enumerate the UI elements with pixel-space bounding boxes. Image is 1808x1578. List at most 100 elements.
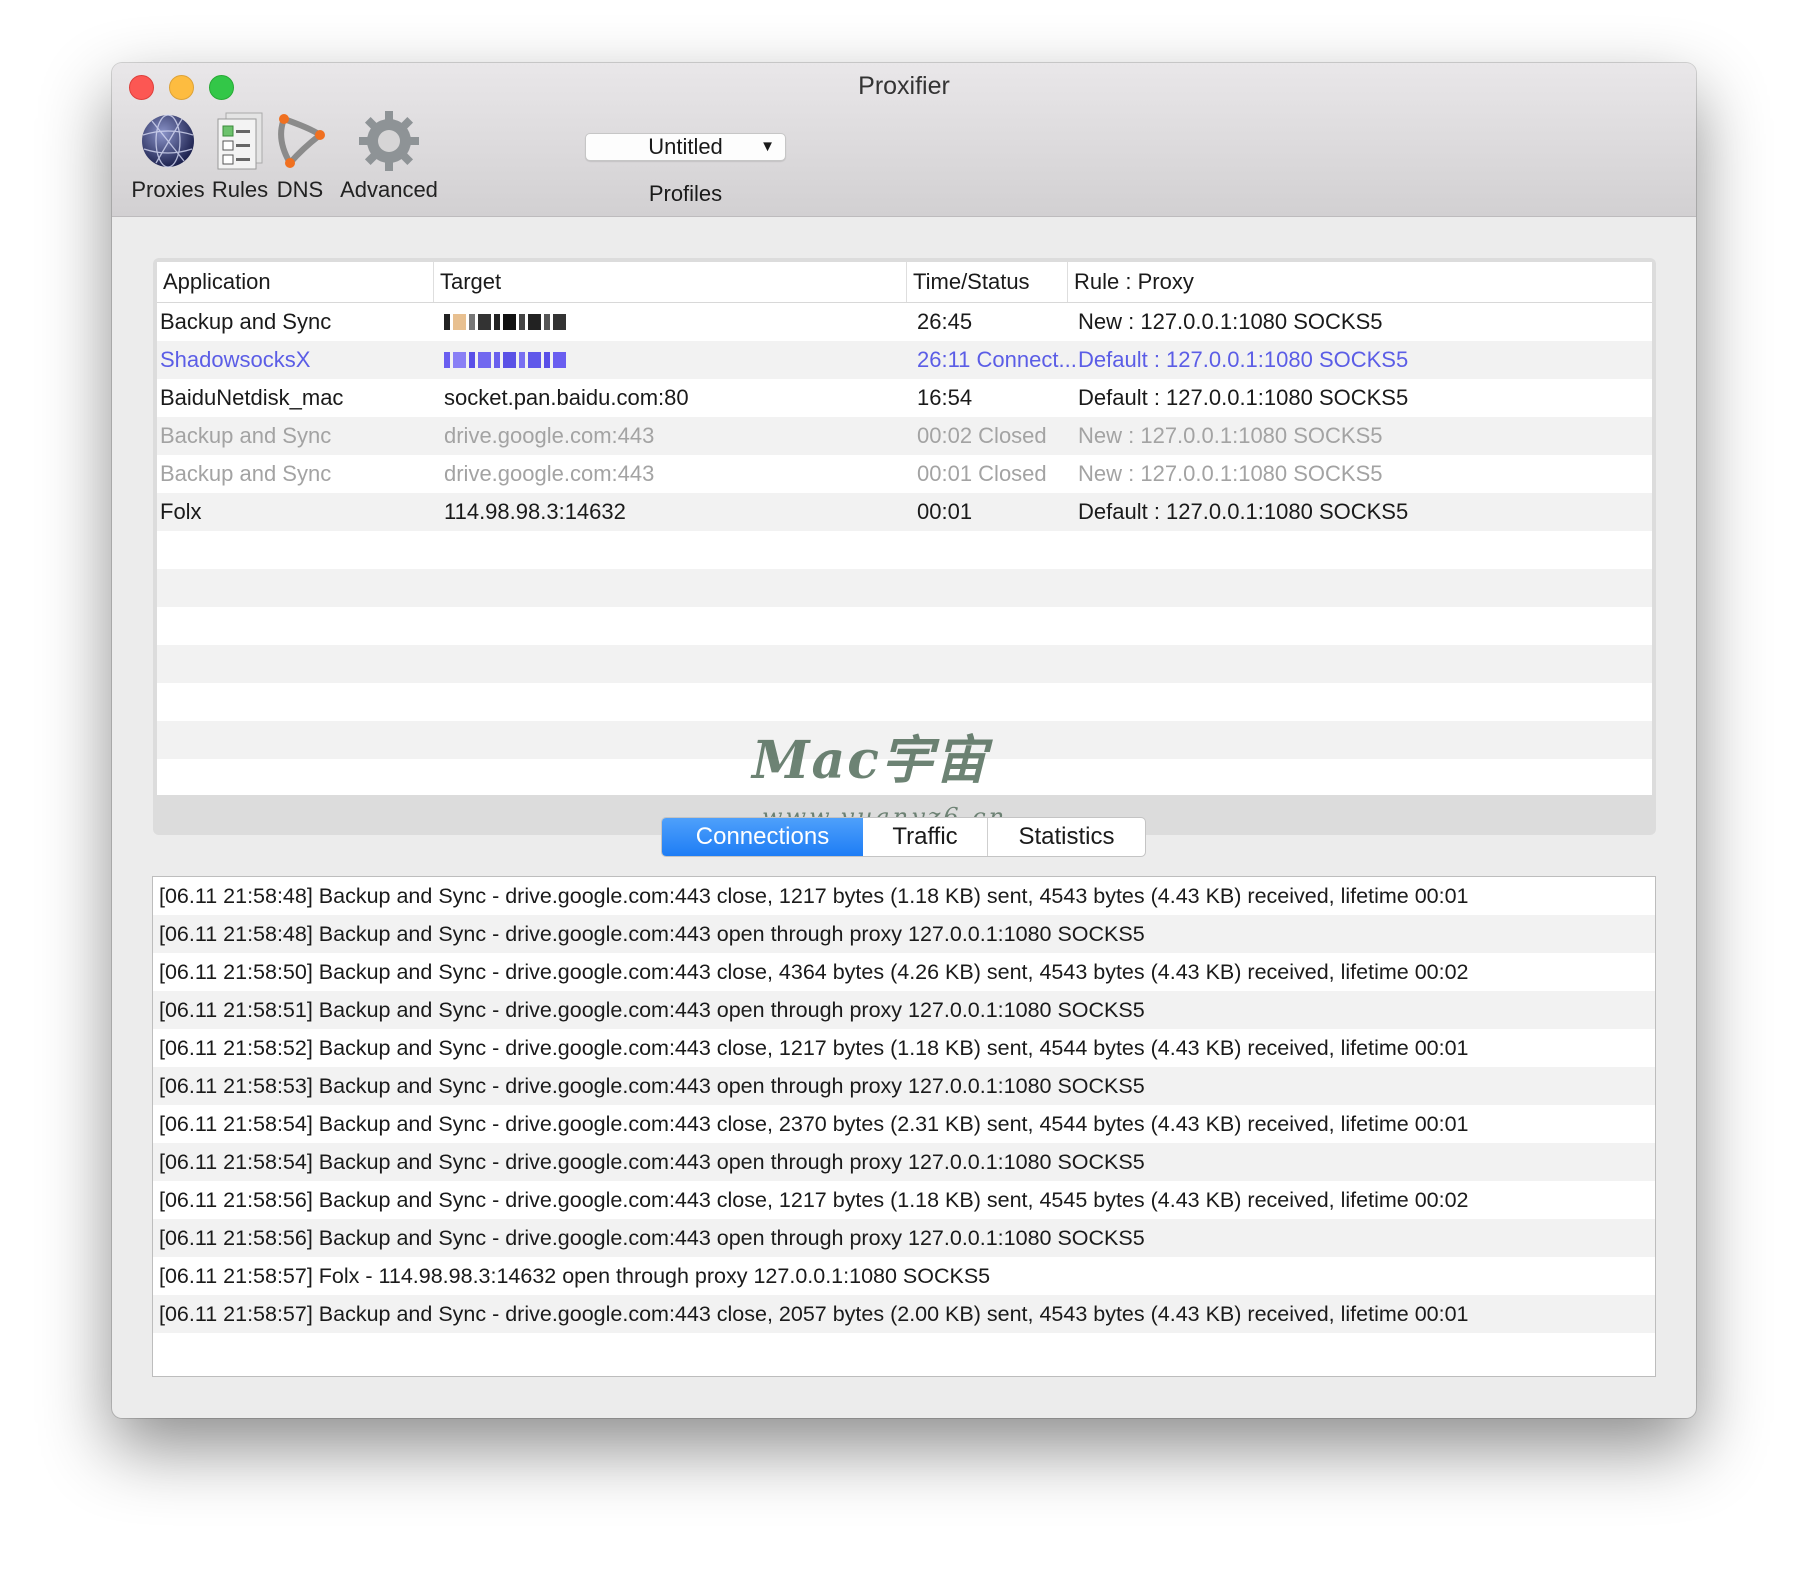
table-body: Backup and Sync 26:45 New : 127.0.0.1:1080… — [157, 303, 1652, 795]
redaction-block — [469, 352, 475, 368]
log-entry: [06.11 21:58:51] Backup and Sync - drive… — [153, 991, 1655, 1029]
redaction-block — [544, 352, 550, 368]
connections-table: Application Target Time/Status Rule : Pr… — [157, 262, 1652, 795]
cell-rule-proxy: New : 127.0.0.1:1080 SOCKS5 — [1078, 309, 1383, 334]
tab-statistics[interactable]: Statistics — [987, 818, 1145, 856]
toolbar-proxies-label: Proxies — [131, 177, 205, 202]
column-header-rule-proxy[interactable]: Rule : Proxy — [1067, 262, 1194, 302]
redaction-block — [528, 352, 541, 368]
table-row[interactable]: Backup and Sync drive.google.com:443 00:02… — [157, 417, 1652, 455]
table-row[interactable]: Backup and Sync drive.google.com:443 00:01… — [157, 455, 1652, 493]
redaction-block — [519, 352, 525, 368]
cell-application: Folx — [160, 499, 202, 524]
redacted-target — [444, 314, 566, 330]
log-entry: [06.11 21:58:54] Backup and Sync - drive… — [159, 1112, 1469, 1136]
table-row — [157, 569, 1652, 607]
column-header-application[interactable]: Application — [157, 262, 271, 302]
table-row — [157, 645, 1652, 683]
globe-icon — [138, 109, 198, 171]
redaction-block — [494, 352, 500, 368]
table-row — [157, 683, 1652, 721]
cell-application: Backup and Sync — [160, 461, 332, 486]
table-header: Application Target Time/Status Rule : Pr… — [157, 262, 1652, 303]
toolbar-dns-button[interactable]: DNS — [272, 109, 328, 203]
log-entry: [06.11 21:58:50] Backup and Sync - drive… — [159, 960, 1469, 984]
toolbar-rules-button[interactable]: Rules — [208, 109, 272, 203]
cell-application: Backup and Sync — [160, 423, 332, 448]
log-entry: [06.11 21:58:48] Backup and Sync - drive… — [153, 915, 1655, 953]
cell-rule-proxy: Default : 127.0.0.1:1080 SOCKS5 — [1078, 385, 1409, 410]
toolbar-proxies-button[interactable]: Proxies — [128, 109, 208, 203]
dropdown-arrow-icon: ▼ — [760, 138, 775, 155]
log-entry: [06.11 21:58:48] Backup and Sync - drive… — [159, 884, 1469, 908]
redaction-block — [453, 352, 466, 368]
redaction-block — [469, 314, 475, 330]
cell-target: 114.98.98.3:14632 — [444, 499, 626, 524]
log-entry: [06.11 21:58:54] Backup and Sync - drive… — [153, 1143, 1655, 1181]
cell-rule-proxy: Default : 127.0.0.1:1080 SOCKS5 — [1078, 347, 1409, 372]
redacted-target — [444, 352, 566, 368]
redaction-block — [553, 314, 566, 330]
toolbar-advanced-button[interactable]: Advanced — [334, 109, 444, 203]
cell-target: drive.google.com:443 — [444, 461, 655, 486]
redaction-block — [503, 314, 516, 330]
cell-time-status: 26:45 — [917, 309, 973, 334]
redaction-block — [528, 314, 541, 330]
table-row[interactable]: BaiduNetdisk_mac socket.pan.baidu.com:80 1… — [157, 379, 1652, 417]
cell-target: socket.pan.baidu.com:80 — [444, 385, 689, 410]
cell-time-status: 00:01 — [917, 499, 973, 524]
checklist-icon — [210, 109, 270, 171]
redaction-block — [544, 314, 550, 330]
redaction-block — [478, 352, 491, 368]
gear-icon — [359, 109, 419, 171]
log-entry: [06.11 21:58:56] Backup and Sync - drive… — [153, 1219, 1655, 1257]
log-entry: [06.11 21:58:57] Folx - 114.98.98.3:1463… — [159, 1264, 991, 1288]
cell-application: Backup and Sync — [160, 309, 332, 334]
redaction-block — [444, 352, 450, 368]
cell-time-status: 16:54 — [917, 385, 973, 410]
cell-time-status: 00:01 Closed — [917, 461, 1047, 486]
redaction-block — [444, 314, 450, 330]
connection-log[interactable]: [06.11 21:58:48] Backup and Sync - drive… — [152, 876, 1656, 1377]
cell-rule-proxy: New : 127.0.0.1:1080 SOCKS5 — [1078, 423, 1383, 448]
redaction-block — [553, 352, 566, 368]
redaction-block — [494, 314, 500, 330]
toolbar-advanced-label: Advanced — [340, 177, 438, 202]
cell-rule-proxy: Default : 127.0.0.1:1080 SOCKS5 — [1078, 499, 1409, 524]
cell-rule-proxy: New : 127.0.0.1:1080 SOCKS5 — [1078, 461, 1383, 486]
connections-table-container: Application Target Time/Status Rule : Pr… — [153, 258, 1656, 835]
cell-target: drive.google.com:443 — [444, 423, 655, 448]
log-entry: [06.11 21:58:53] Backup and Sync - drive… — [153, 1067, 1655, 1105]
cell-application: ShadowsocksX — [160, 347, 311, 372]
redaction-block — [519, 314, 525, 330]
dns-network-icon — [272, 109, 332, 171]
log-entry: [06.11 21:58:52] Backup and Sync - drive… — [159, 1036, 1469, 1060]
profile-select[interactable]: Untitled ▼ — [585, 133, 786, 161]
column-header-target[interactable]: Target — [433, 262, 501, 302]
toolbar: Proxifier Proxies Rules DNS Advanced Unt… — [112, 63, 1696, 217]
view-tabs: Connections Traffic Statistics — [661, 817, 1146, 857]
table-row[interactable]: Folx 114.98.98.3:14632 00:01 Default : 127.… — [157, 493, 1652, 531]
cell-time-status: 26:11 Connect... — [917, 347, 1077, 372]
log-entry: [06.11 21:58:57] Backup and Sync - drive… — [153, 1295, 1655, 1333]
table-row[interactable]: ShadowsocksX 26:11 Connect... Default : 12… — [157, 341, 1652, 379]
profile-select-value: Untitled — [648, 134, 723, 159]
toolbar-dns-label: DNS — [276, 177, 324, 202]
column-header-time-status[interactable]: Time/Status — [906, 262, 1030, 302]
toolbar-rules-label: Rules — [211, 177, 269, 202]
table-row — [157, 721, 1652, 759]
table-row — [157, 759, 1652, 795]
cell-application: BaiduNetdisk_mac — [160, 385, 344, 410]
tab-connections[interactable]: Connections — [662, 818, 863, 856]
table-row[interactable]: Backup and Sync 26:45 New : 127.0.0.1:1080… — [157, 303, 1652, 341]
redaction-block — [453, 314, 466, 330]
cell-time-status: 00:02 Closed — [917, 423, 1047, 448]
redaction-block — [503, 352, 516, 368]
profiles-label: Profiles — [648, 181, 723, 206]
proxifier-window: Proxifier Proxies Rules DNS Advanced Unt… — [112, 63, 1696, 1418]
tab-traffic[interactable]: Traffic — [863, 818, 987, 856]
table-row — [157, 531, 1652, 569]
redaction-block — [478, 314, 491, 330]
table-row — [157, 607, 1652, 645]
window-title: Proxifier — [858, 72, 950, 100]
